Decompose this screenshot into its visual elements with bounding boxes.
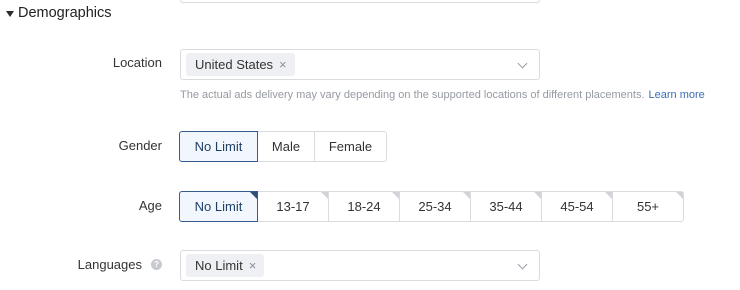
age-option-18-24[interactable]: 18-24: [328, 191, 400, 222]
languages-label: Languages ?: [78, 256, 162, 272]
caret-down-icon: [6, 10, 14, 17]
location-select[interactable]: United States ×: [180, 49, 540, 80]
age-option-label: 45-54: [560, 199, 594, 214]
location-tag-label: United States: [195, 57, 274, 72]
age-option-25-34[interactable]: 25-34: [399, 191, 471, 222]
age-option-label: 18-24: [347, 199, 381, 214]
languages-tag: No Limit ×: [186, 254, 265, 277]
languages-tag-label: No Limit: [195, 258, 243, 273]
previous-field-box: [180, 0, 540, 3]
age-option-label: 55+: [636, 199, 660, 214]
age-option-35-44[interactable]: 35-44: [470, 191, 542, 222]
question-circle-icon[interactable]: ?: [151, 258, 162, 270]
section-title: Demographics: [18, 5, 112, 21]
chevron-down-icon[interactable]: [517, 259, 528, 270]
corner-indicator-icon: [463, 192, 470, 199]
age-option-no-limit[interactable]: No Limit: [179, 191, 258, 222]
age-option-label: 13-17: [276, 199, 310, 214]
demographics-section-toggle[interactable]: Demographics: [6, 4, 112, 22]
age-option-55-plus[interactable]: 55+: [612, 191, 684, 222]
corner-indicator-icon: [534, 192, 541, 199]
corner-indicator-icon: [392, 192, 399, 199]
location-helper: The actual ads delivery may vary dependi…: [180, 89, 705, 101]
age-option-label: 35-44: [489, 199, 523, 214]
location-label: Location: [112, 54, 162, 70]
age-label: Age: [138, 197, 162, 213]
chevron-down-icon[interactable]: [517, 58, 528, 69]
gender-label: Gender: [118, 137, 162, 153]
location-helper-text: The actual ads delivery may vary dependi…: [180, 89, 645, 101]
age-option-45-54[interactable]: 45-54: [541, 191, 613, 222]
gender-option-no-limit[interactable]: No Limit: [179, 131, 258, 162]
corner-indicator-icon: [250, 192, 257, 199]
demographics-panel: Demographics Location United States × Th…: [0, 0, 740, 290]
corner-indicator-icon: [605, 192, 612, 199]
corner-indicator-icon: [676, 192, 683, 199]
location-tag: United States ×: [186, 53, 295, 76]
learn-more-link[interactable]: Learn more: [649, 89, 705, 101]
age-option-label: No Limit: [194, 199, 243, 214]
gender-segmented-control: No Limit Male Female: [179, 131, 387, 162]
age-segmented-control: No Limit 13-17 18-24 25-34 35-44 45-54 5…: [179, 191, 684, 222]
age-option-13-17[interactable]: 13-17: [257, 191, 329, 222]
gender-option-female[interactable]: Female: [314, 131, 387, 162]
remove-tag-icon[interactable]: ×: [249, 259, 257, 272]
gender-option-male[interactable]: Male: [257, 131, 315, 162]
languages-select[interactable]: No Limit ×: [180, 250, 540, 281]
remove-tag-icon[interactable]: ×: [279, 58, 287, 71]
languages-label-text: Languages: [77, 256, 142, 272]
corner-indicator-icon: [321, 192, 328, 199]
age-option-label: 25-34: [418, 199, 452, 214]
